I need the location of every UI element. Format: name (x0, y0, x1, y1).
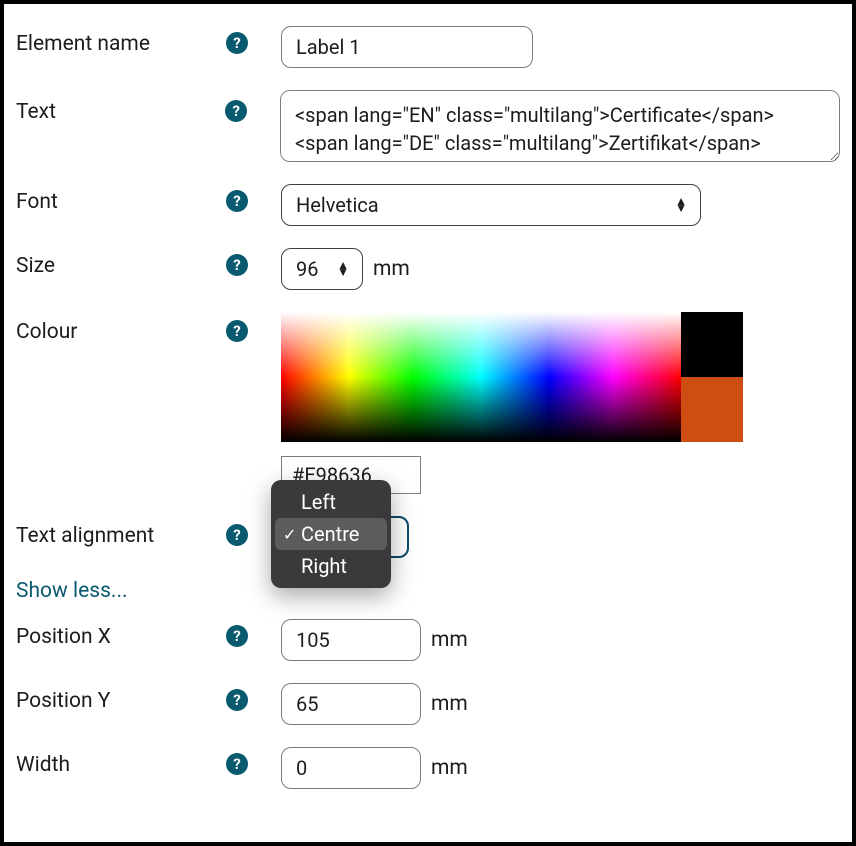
help-icon[interactable]: ? (226, 753, 248, 775)
element-name-input[interactable] (281, 26, 533, 68)
row-font: Font ? Helvetica ▲▼ (16, 184, 840, 226)
help-icon[interactable]: ? (226, 689, 248, 711)
help-icon[interactable]: ? (226, 190, 248, 212)
row-width: Width ? mm (16, 747, 840, 789)
help-icon[interactable]: ? (226, 32, 248, 54)
label-element-name: Element name (16, 26, 226, 56)
label-colour: Colour (16, 312, 226, 344)
label-font: Font (16, 184, 226, 214)
colour-picker[interactable] (281, 312, 743, 442)
help-icon[interactable]: ? (225, 100, 247, 122)
alignment-option-centre[interactable]: ✓ Centre (275, 518, 387, 550)
label-position-x: Position X (16, 619, 226, 649)
help-icon[interactable]: ? (226, 625, 248, 647)
position-y-unit: mm (431, 692, 468, 716)
help-icon[interactable]: ? (226, 254, 248, 276)
row-size: Size ? 96 ▲▼ mm (16, 248, 840, 290)
check-icon: ✓ (283, 525, 296, 544)
text-alignment-dropdown: Left ✓ Centre Right (271, 480, 391, 588)
position-x-input[interactable] (281, 619, 421, 661)
width-input[interactable] (281, 747, 421, 789)
row-text: Text ? <span lang="EN" class="multilang"… (16, 90, 840, 162)
label-position-y: Position Y (16, 683, 226, 713)
text-textarea[interactable]: <span lang="EN" class="multilang">Certif… (280, 90, 840, 162)
help-icon[interactable]: ? (226, 320, 248, 342)
row-element-name: Element name ? (16, 26, 840, 68)
size-unit: mm (373, 257, 410, 281)
label-width: Width (16, 747, 226, 777)
position-x-unit: mm (431, 628, 468, 652)
swatch-black[interactable] (681, 312, 743, 377)
alignment-option-right[interactable]: Right (271, 550, 391, 582)
size-select[interactable]: 96 (281, 248, 363, 290)
show-less-link[interactable]: Show less... (16, 579, 128, 603)
swatch-current[interactable] (681, 377, 743, 442)
position-y-input[interactable] (281, 683, 421, 725)
row-position-x: Position X ? mm (16, 619, 840, 661)
width-unit: mm (431, 756, 468, 780)
label-size: Size (16, 248, 226, 278)
alignment-option-left[interactable]: Left (271, 486, 391, 518)
help-icon[interactable]: ? (226, 524, 248, 546)
colour-spectrum[interactable] (281, 312, 681, 442)
label-text: Text (16, 90, 225, 124)
font-select[interactable]: Helvetica (281, 184, 701, 226)
row-position-y: Position Y ? mm (16, 683, 840, 725)
row-text-alignment: Text alignment ? Left ✓ Centre Right (16, 516, 840, 558)
label-text-alignment: Text alignment (16, 516, 226, 548)
row-colour: Colour ? (16, 312, 840, 494)
